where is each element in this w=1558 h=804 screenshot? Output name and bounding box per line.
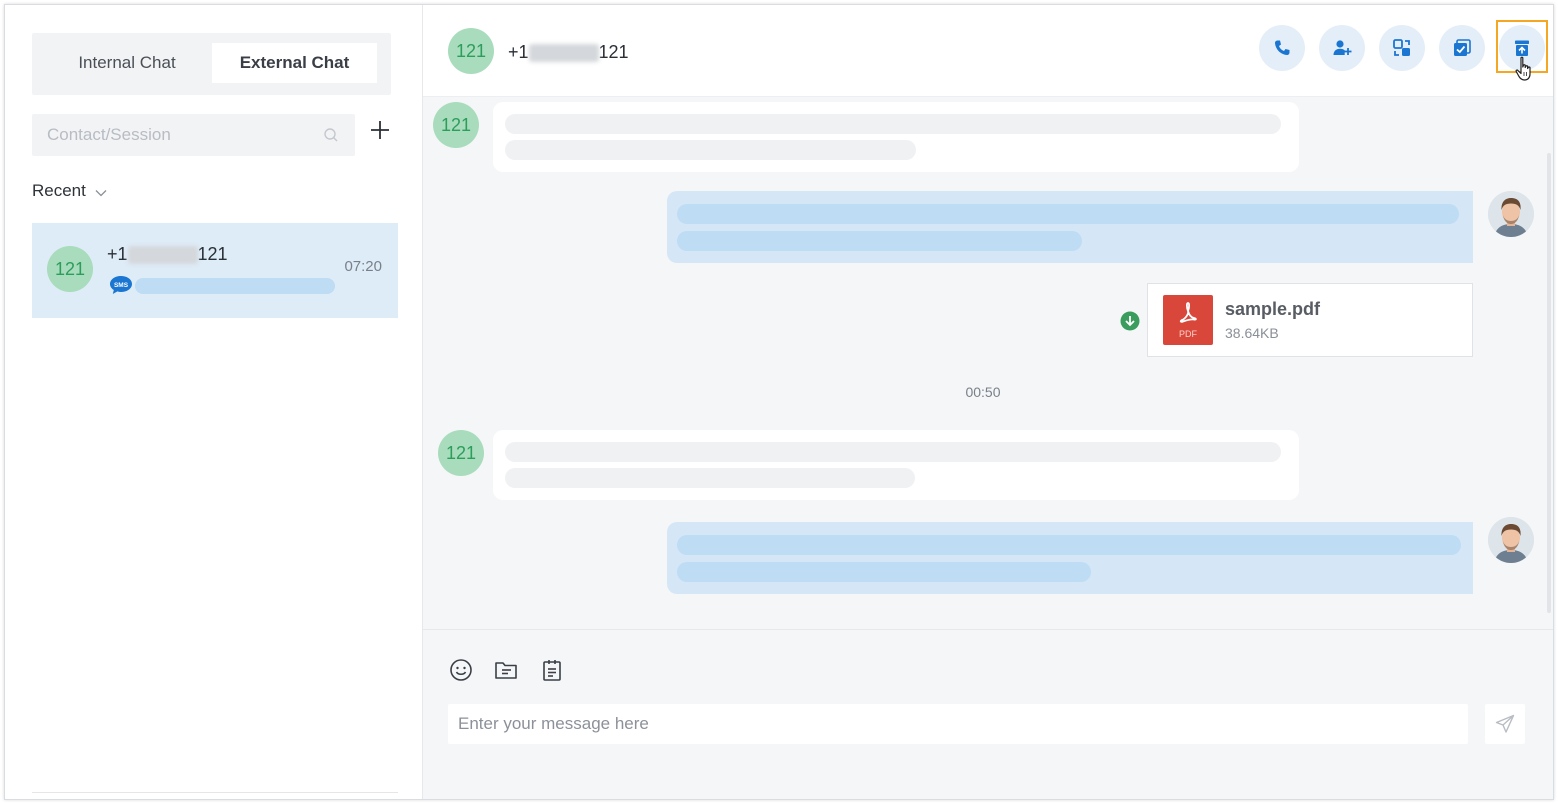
app-window: Internal Chat External Chat Recent 121 +… [4, 4, 1554, 800]
hand-cursor-icon [1515, 56, 1535, 87]
scrollbar[interactable] [1547, 153, 1551, 613]
end-session-button[interactable] [1439, 25, 1485, 71]
search-box [32, 114, 355, 156]
send-button[interactable] [1485, 704, 1525, 744]
message-composer [423, 629, 1553, 799]
chat-panel: 121 +1 121 121 PDF sample.pdf 38.64KB 00… [423, 5, 1553, 799]
incoming-message [493, 430, 1299, 500]
file-attachment[interactable]: PDF sample.pdf 38.64KB [1147, 283, 1473, 357]
conversation-name: +1 121 [107, 244, 228, 265]
agent-avatar [1488, 517, 1534, 563]
add-icon[interactable] [369, 119, 391, 141]
chevron-down-icon [95, 182, 107, 202]
conversation-name-suffix: 121 [197, 244, 228, 264]
chat-contact-name: +1 121 [508, 42, 629, 63]
contact-name-prefix: +1 [508, 42, 529, 62]
file-name: sample.pdf [1225, 299, 1321, 319]
divider [32, 792, 398, 793]
message-line [677, 535, 1461, 555]
pdf-file-icon: PDF [1163, 295, 1213, 345]
recent-filter[interactable]: Recent [32, 181, 107, 202]
template-icon[interactable] [540, 658, 564, 682]
call-button[interactable] [1259, 25, 1305, 71]
message-line [505, 468, 915, 488]
message-input[interactable] [448, 704, 1468, 744]
contact-avatar: 121 [433, 102, 479, 148]
contact-avatar: 121 [438, 430, 484, 476]
pdf-file-icon-label: PDF [1179, 329, 1197, 339]
contact-avatar: 121 [448, 28, 494, 74]
conversation-item[interactable]: 121 +1 121 07:20 SMS [32, 223, 398, 318]
conversation-time: 07:20 [344, 258, 382, 275]
emoji-icon[interactable] [449, 658, 473, 682]
message-list[interactable]: 121 PDF sample.pdf 38.64KB 00:50 121 [423, 97, 1553, 629]
agent-avatar [1488, 191, 1534, 237]
redacted-number [127, 246, 198, 265]
contact-avatar: 121 [47, 246, 93, 292]
outgoing-message [667, 522, 1473, 594]
tab-external-chat[interactable]: External Chat [212, 43, 377, 83]
sidebar: Internal Chat External Chat Recent 121 +… [5, 5, 423, 799]
chat-type-tabs: Internal Chat External Chat [32, 33, 391, 95]
message-line [505, 114, 1281, 134]
sms-icon: SMS [109, 275, 132, 295]
recent-filter-label: Recent [32, 181, 86, 200]
incoming-message [493, 102, 1299, 172]
message-line [505, 140, 916, 160]
message-timestamp: 00:50 [965, 384, 1001, 400]
sms-icon-label: SMS [114, 282, 129, 289]
conversation-preview [135, 278, 335, 294]
file-size: 38.64KB [1225, 325, 1279, 341]
message-line [677, 562, 1091, 582]
transfer-button[interactable] [1379, 25, 1425, 71]
search-input[interactable] [32, 114, 355, 156]
message-line [505, 442, 1281, 462]
chat-header: 121 +1 121 [423, 5, 1553, 97]
contact-name-suffix: 121 [598, 42, 629, 62]
redacted-number [528, 44, 599, 63]
download-icon[interactable] [1120, 311, 1140, 331]
add-contact-button[interactable] [1319, 25, 1365, 71]
search-icon[interactable] [323, 127, 339, 148]
file-icon[interactable] [494, 658, 518, 682]
outgoing-message [667, 191, 1473, 263]
message-line [677, 231, 1082, 251]
conversation-name-prefix: +1 [107, 244, 128, 264]
tab-internal-chat[interactable]: Internal Chat [42, 43, 212, 83]
message-line [677, 204, 1459, 224]
